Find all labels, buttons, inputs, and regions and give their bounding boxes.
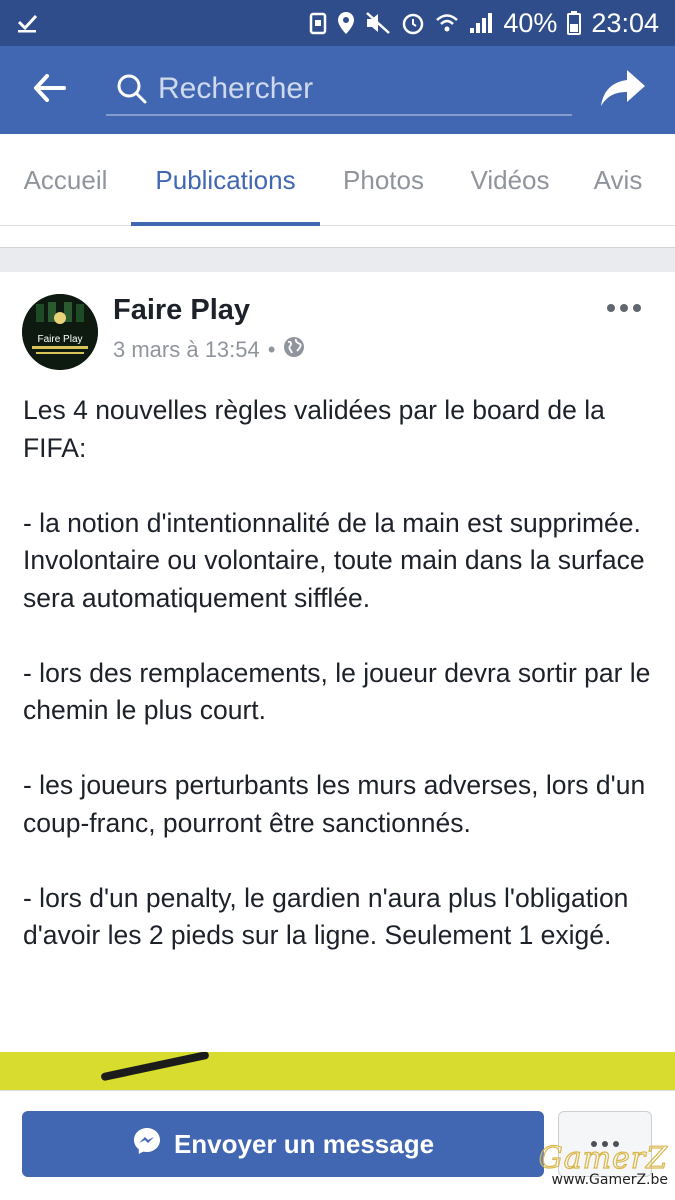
watermark-logo: GamerZ (538, 1140, 668, 1176)
signal-icon (469, 12, 493, 34)
tab-videos[interactable]: Vidéos (447, 134, 573, 226)
post-image[interactable] (0, 1052, 675, 1092)
image-detail (100, 1052, 210, 1082)
battery-icon (567, 11, 582, 35)
watermark: GamerZ www.GamerZ.be (488, 1140, 669, 1195)
more-dot (620, 304, 628, 312)
post-meta: 3 mars à 13:54 • (113, 336, 305, 364)
back-button[interactable] (0, 46, 100, 134)
status-bar: 40% 23:04 (0, 0, 675, 46)
tab-photos[interactable]: Photos (320, 134, 447, 226)
share-button[interactable] (599, 68, 651, 114)
avatar-text: Faire Play (37, 334, 82, 345)
app-header: Rechercher (0, 46, 675, 134)
alarm-icon (401, 11, 425, 35)
globe-icon (283, 336, 305, 364)
send-message-label: Envoyer un message (173, 1128, 435, 1159)
clock: 23:04 (591, 7, 659, 38)
previous-item-edge (0, 226, 675, 248)
post-card: Faire Play Faire Play 3 mars à 13:54 • L… (0, 272, 675, 1092)
more-dot (633, 304, 641, 312)
secure-icon (309, 11, 327, 35)
post-paragraph: - les joueurs perturbants les murs adver… (23, 770, 646, 838)
check-icon (16, 12, 38, 34)
post-timestamp[interactable]: 3 mars à 13:54 (113, 337, 260, 363)
search-input[interactable]: Rechercher (106, 64, 572, 116)
post-options-button[interactable] (607, 304, 641, 312)
post-paragraph: Les 4 nouvelles règles validées par le b… (23, 395, 605, 463)
post-paragraph: - lors des remplacements, le joueur devr… (23, 657, 651, 726)
avatar[interactable]: Faire Play (22, 294, 98, 370)
more-dot (607, 304, 615, 312)
arrow-left-icon (33, 73, 67, 107)
search-icon (106, 73, 158, 105)
tab-publications[interactable]: Publications (131, 134, 320, 226)
post-paragraph: - la notion d'intentionnalité de la main… (23, 507, 645, 613)
messenger-icon (132, 1126, 162, 1163)
page-tabs: Accueil Publications Photos Vidéos Avis (0, 134, 675, 226)
post-text: Les 4 nouvelles règles validées par le b… (23, 392, 663, 955)
search-placeholder: Rechercher (158, 72, 314, 105)
post-paragraph: - lors d'un penalty, le gardien n'aura p… (23, 882, 629, 951)
meta-separator: • (267, 337, 276, 362)
wifi-icon (435, 12, 459, 34)
page-name[interactable]: Faire Play (113, 294, 250, 327)
battery-level: 40% (503, 7, 558, 38)
watermark-url: www.GamerZ.be (551, 1172, 669, 1188)
feed-separator (0, 226, 675, 272)
location-icon (337, 11, 355, 35)
mute-icon (365, 11, 391, 35)
tab-avis[interactable]: Avis (573, 134, 663, 226)
send-message-button[interactable]: Envoyer un message (22, 1111, 544, 1177)
tab-accueil[interactable]: Accueil (0, 134, 131, 226)
share-icon (599, 70, 647, 114)
